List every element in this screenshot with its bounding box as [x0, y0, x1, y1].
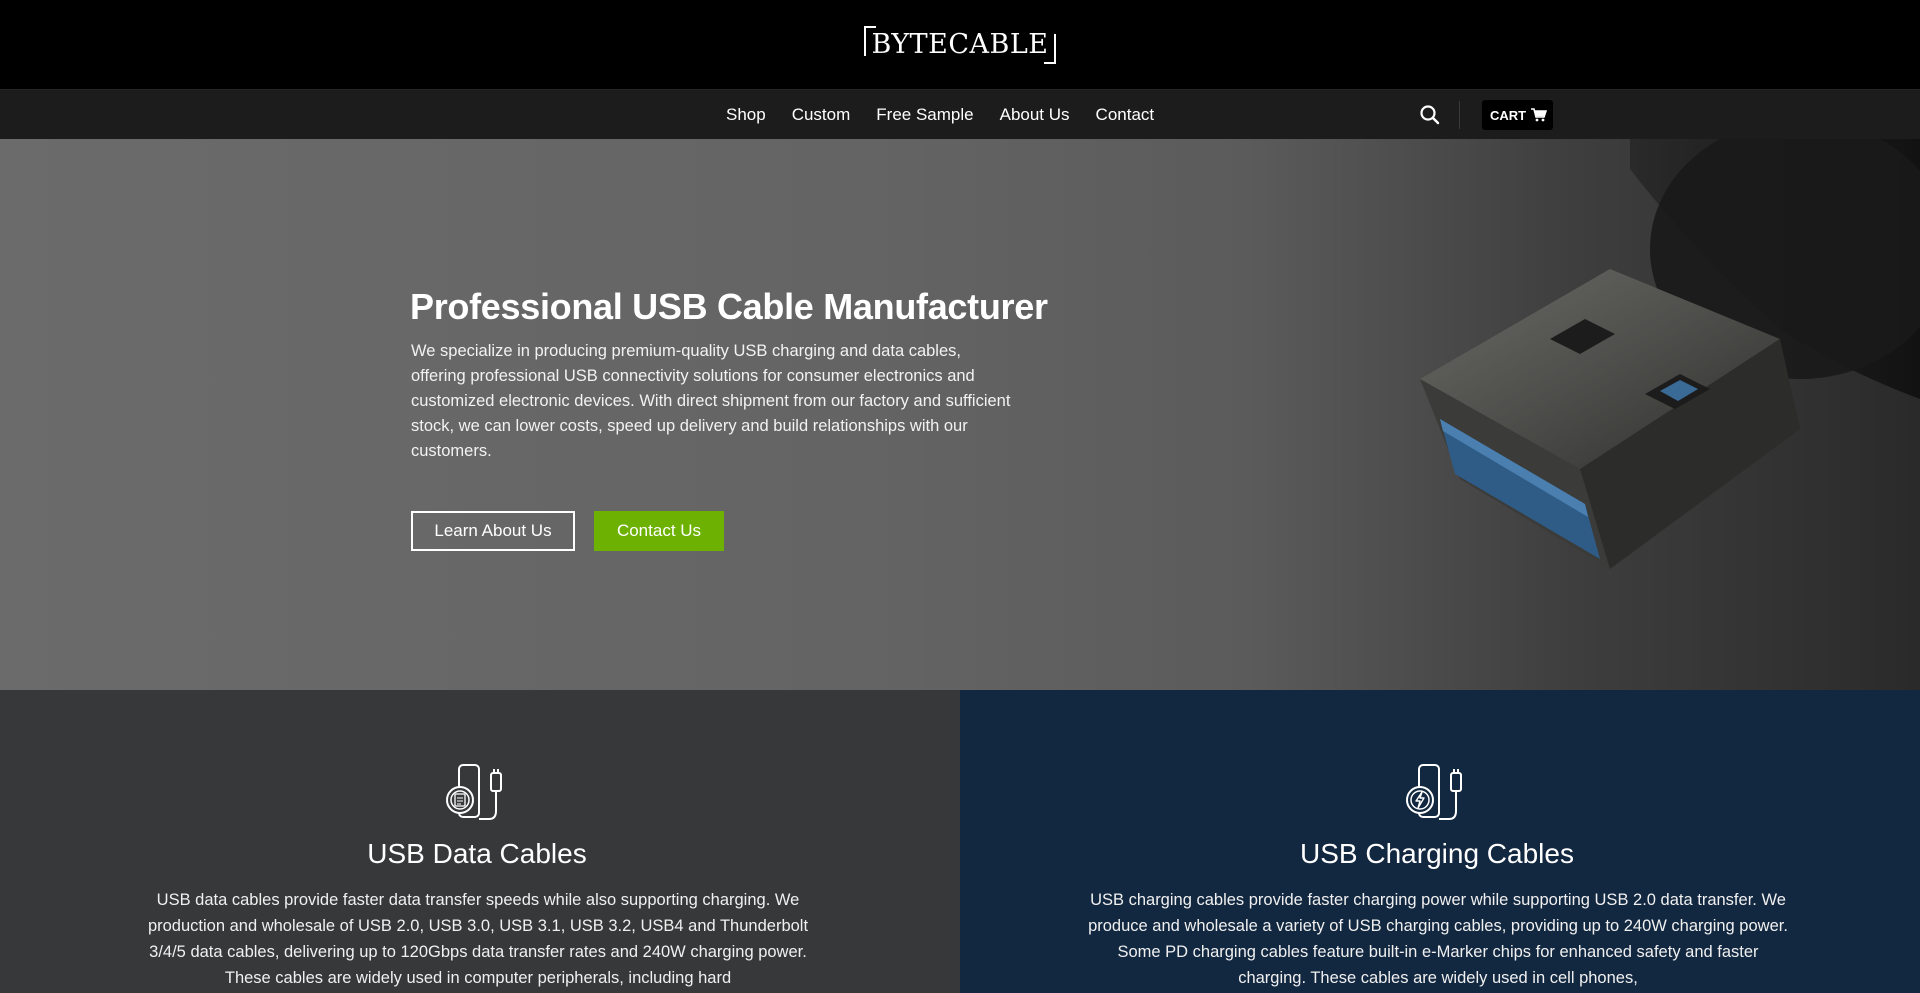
- cart-label: CART: [1490, 107, 1527, 123]
- nav-divider: [1459, 101, 1460, 129]
- logo[interactable]: BYTECABLE: [864, 26, 1056, 64]
- feature-text: USB charging cables provide faster charg…: [1088, 891, 1788, 987]
- feature-title: USB Charging Cables: [1300, 838, 1574, 869]
- hero-title: Professional USB Cable Manufacturer: [410, 286, 1048, 327]
- feature-title: USB Data Cables: [367, 838, 587, 869]
- usb-charging-cable-icon: [1406, 764, 1462, 820]
- nav-about-us[interactable]: About Us: [1000, 105, 1070, 125]
- nav-contact[interactable]: Contact: [1096, 105, 1155, 125]
- hero-section: Professional USB Cable Manufacturer We s…: [0, 139, 1920, 690]
- learn-about-us-button[interactable]: Learn About Us: [411, 511, 575, 551]
- hero-description: We specialize in producing premium-quali…: [411, 342, 1011, 460]
- logo-bar: BYTECABLE: [0, 0, 1920, 89]
- usb-connector-image: [1420, 139, 1920, 569]
- nav-shop[interactable]: Shop: [726, 105, 766, 125]
- feature-text: USB data cables provide faster data tran…: [147, 891, 809, 987]
- usb-data-cable-icon: [446, 764, 502, 820]
- main-nav: Shop Custom Free Sample About Us Contact: [726, 90, 1180, 140]
- cart-button[interactable]: CART: [1482, 100, 1553, 130]
- search-icon[interactable]: [1418, 103, 1442, 127]
- logo-text: BYTECABLE: [871, 29, 1049, 60]
- contact-us-button[interactable]: Contact Us: [594, 511, 724, 551]
- nav-free-sample[interactable]: Free Sample: [876, 105, 973, 125]
- main-nav-bar: Shop Custom Free Sample About Us Contact…: [0, 89, 1920, 139]
- cart-icon: [1531, 108, 1548, 122]
- nav-custom[interactable]: Custom: [792, 105, 851, 125]
- feature-usb-data-cables: USB Data Cables USB data cables provide …: [0, 690, 960, 993]
- feature-usb-charging-cables: USB Charging Cables USB charging cables …: [960, 690, 1920, 993]
